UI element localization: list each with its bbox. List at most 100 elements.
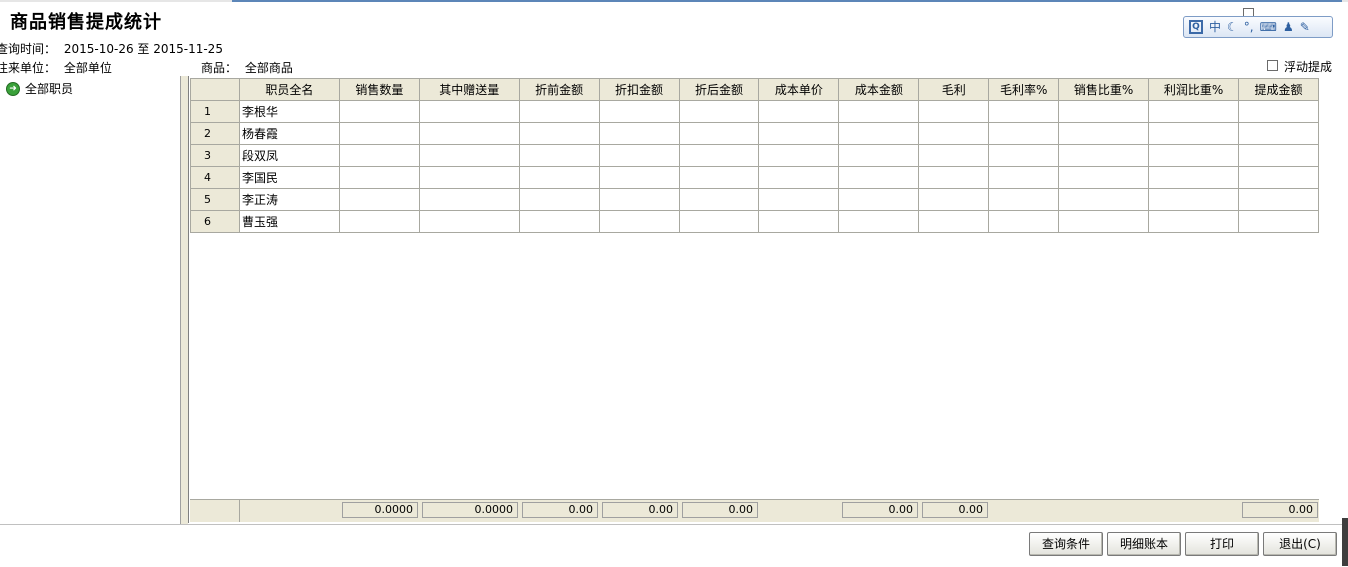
data-cell[interactable] xyxy=(1058,166,1150,189)
data-cell[interactable] xyxy=(988,100,1060,123)
column-header[interactable]: 提成金额 xyxy=(1237,78,1320,101)
data-cell[interactable] xyxy=(598,188,680,211)
data-cell[interactable] xyxy=(518,210,600,233)
column-header[interactable]: 折扣金额 xyxy=(598,78,680,101)
data-cell[interactable] xyxy=(598,210,680,233)
employee-name-cell[interactable]: 杨春霞 xyxy=(238,122,340,145)
data-cell[interactable] xyxy=(678,188,760,211)
employee-name-cell[interactable]: 曹玉强 xyxy=(238,210,340,233)
detail-ledger-button[interactable]: 明细账本 xyxy=(1107,532,1181,556)
column-header[interactable]: 利润比重% xyxy=(1148,78,1239,101)
data-cell[interactable] xyxy=(988,210,1060,233)
moon-icon[interactable]: ☾ xyxy=(1227,19,1238,35)
data-cell[interactable] xyxy=(1148,210,1239,233)
data-cell[interactable] xyxy=(1148,166,1239,189)
data-cell[interactable] xyxy=(338,144,420,167)
person-icon[interactable]: ♟ xyxy=(1283,19,1294,35)
data-cell[interactable] xyxy=(518,144,600,167)
data-cell[interactable] xyxy=(988,122,1060,145)
data-cell[interactable] xyxy=(918,122,990,145)
table-row[interactable]: 6 曹玉强 xyxy=(190,210,1320,233)
data-cell[interactable] xyxy=(1148,188,1239,211)
data-cell[interactable] xyxy=(988,188,1060,211)
data-cell[interactable] xyxy=(678,210,760,233)
column-header[interactable]: 销售数量 xyxy=(338,78,420,101)
data-cell[interactable] xyxy=(418,210,520,233)
data-cell[interactable] xyxy=(1237,144,1320,167)
data-cell[interactable] xyxy=(518,122,600,145)
column-header[interactable]: 成本单价 xyxy=(758,78,840,101)
wrench-icon[interactable]: ✎ xyxy=(1300,19,1310,35)
q-logo-icon[interactable]: Q xyxy=(1189,20,1203,34)
table-row[interactable]: 1 李根华 xyxy=(190,100,1320,123)
column-header[interactable]: 折后金额 xyxy=(678,78,760,101)
exit-button[interactable]: 退出(C) xyxy=(1263,532,1337,556)
data-cell[interactable] xyxy=(838,100,920,123)
employee-name-cell[interactable]: 李根华 xyxy=(238,100,340,123)
data-cell[interactable] xyxy=(598,122,680,145)
table-row[interactable]: 4 李国民 xyxy=(190,166,1320,189)
data-cell[interactable] xyxy=(338,100,420,123)
data-cell[interactable] xyxy=(418,100,520,123)
data-cell[interactable] xyxy=(918,210,990,233)
data-cell[interactable] xyxy=(1237,188,1320,211)
print-button[interactable]: 打印 xyxy=(1185,532,1259,556)
column-header[interactable]: 成本金额 xyxy=(838,78,920,101)
data-cell[interactable] xyxy=(598,100,680,123)
data-cell[interactable] xyxy=(1237,122,1320,145)
employee-name-cell[interactable]: 李正涛 xyxy=(238,188,340,211)
data-cell[interactable] xyxy=(518,100,600,123)
data-cell[interactable] xyxy=(678,100,760,123)
data-cell[interactable] xyxy=(418,166,520,189)
data-cell[interactable] xyxy=(758,100,840,123)
data-cell[interactable] xyxy=(758,188,840,211)
data-cell[interactable] xyxy=(988,144,1060,167)
punctuation-icon[interactable]: °, xyxy=(1244,19,1254,35)
data-cell[interactable] xyxy=(1058,100,1150,123)
column-header[interactable]: 销售比重% xyxy=(1058,78,1150,101)
keyboard-icon[interactable]: ⌨ xyxy=(1260,19,1277,35)
data-cell[interactable] xyxy=(1237,210,1320,233)
data-cell[interactable] xyxy=(598,166,680,189)
table-row[interactable]: 3 段双凤 xyxy=(190,144,1320,167)
data-cell[interactable] xyxy=(1148,100,1239,123)
column-header[interactable]: 毛利率% xyxy=(988,78,1060,101)
data-cell[interactable] xyxy=(418,122,520,145)
float-commission-label[interactable]: 浮动提成 xyxy=(1284,58,1332,75)
data-cell[interactable] xyxy=(838,210,920,233)
ime-mode-label[interactable]: 中 xyxy=(1209,19,1221,35)
data-cell[interactable] xyxy=(338,188,420,211)
data-cell[interactable] xyxy=(1148,144,1239,167)
data-cell[interactable] xyxy=(1148,122,1239,145)
panel-splitter[interactable] xyxy=(181,76,188,524)
data-cell[interactable] xyxy=(838,166,920,189)
data-cell[interactable] xyxy=(418,188,520,211)
data-cell[interactable] xyxy=(678,166,760,189)
column-header[interactable]: 折前金额 xyxy=(518,78,600,101)
data-cell[interactable] xyxy=(338,210,420,233)
data-cell[interactable] xyxy=(1237,100,1320,123)
data-cell[interactable] xyxy=(678,122,760,145)
data-cell[interactable] xyxy=(758,144,840,167)
table-row[interactable]: 5 李正涛 xyxy=(190,188,1320,211)
tree-root-label[interactable]: 全部职员 xyxy=(25,80,73,97)
data-cell[interactable] xyxy=(918,188,990,211)
data-cell[interactable] xyxy=(918,144,990,167)
data-cell[interactable] xyxy=(838,144,920,167)
table-row[interactable]: 2 杨春霞 xyxy=(190,122,1320,145)
data-cell[interactable] xyxy=(838,188,920,211)
query-conditions-button[interactable]: 查询条件 xyxy=(1029,532,1103,556)
float-commission-checkbox[interactable] xyxy=(1267,60,1278,71)
column-header[interactable]: 职员全名 xyxy=(238,78,340,101)
employee-name-cell[interactable]: 李国民 xyxy=(238,166,340,189)
data-cell[interactable] xyxy=(518,188,600,211)
column-header[interactable]: 其中赠送量 xyxy=(418,78,520,101)
data-cell[interactable] xyxy=(338,166,420,189)
column-header[interactable]: 毛利 xyxy=(918,78,990,101)
data-cell[interactable] xyxy=(918,100,990,123)
data-cell[interactable] xyxy=(918,166,990,189)
ime-toolbar[interactable]: Q 中 ☾ °, ⌨ ♟ ✎ xyxy=(1183,16,1333,38)
data-cell[interactable] xyxy=(758,166,840,189)
data-cell[interactable] xyxy=(838,122,920,145)
data-cell[interactable] xyxy=(1237,166,1320,189)
